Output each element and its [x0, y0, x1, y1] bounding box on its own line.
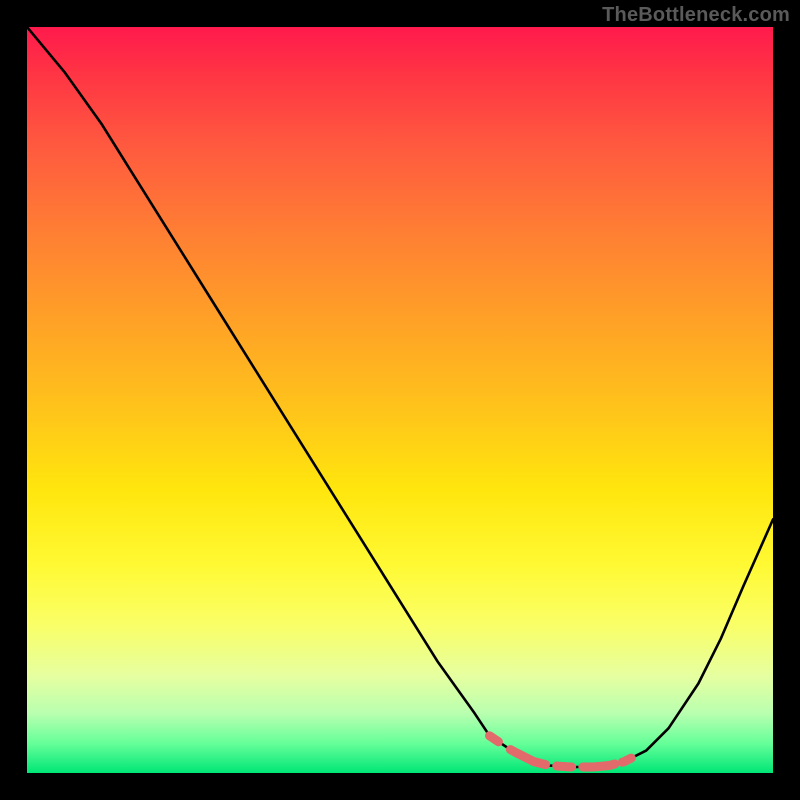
plot-area	[27, 27, 773, 773]
highlight-dash	[510, 750, 545, 765]
highlight-dash	[622, 758, 631, 762]
chart-frame: TheBottleneck.com	[0, 0, 800, 800]
bottleneck-curve	[27, 27, 773, 767]
highlight-dash	[583, 764, 615, 767]
highlight-dash	[490, 736, 499, 742]
curve-layer	[27, 27, 773, 773]
highlight-dash	[557, 766, 572, 767]
highlight-dashes	[490, 736, 632, 767]
watermark: TheBottleneck.com	[602, 4, 790, 27]
